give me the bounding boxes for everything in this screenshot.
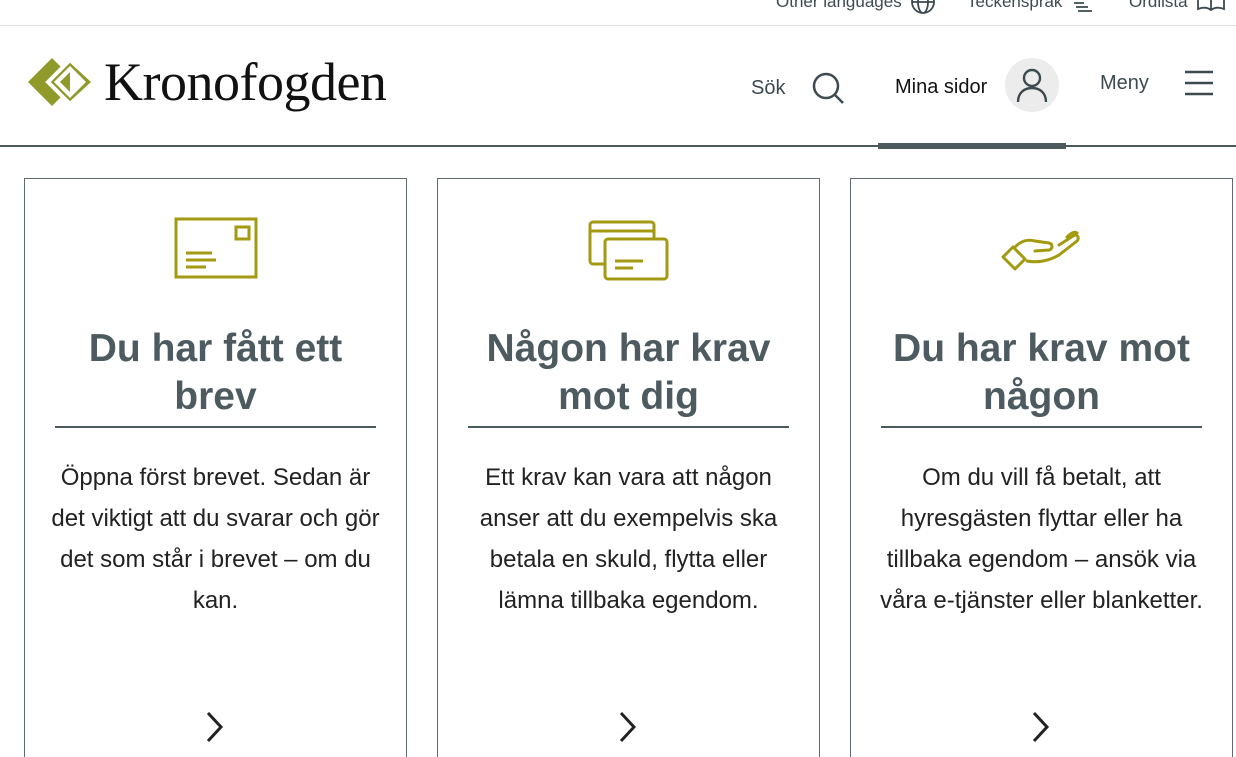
- site-header: Kronofogden Sök Mina sidor Meny: [0, 26, 1236, 149]
- card-title: Du har fått ett brev: [55, 325, 376, 428]
- chevron-right-icon: [206, 711, 224, 743]
- search-label: Sök: [751, 76, 786, 99]
- menu-label: Meny: [1100, 71, 1149, 94]
- logo-mark-icon: [28, 57, 97, 107]
- chevron-right-icon: [1032, 711, 1050, 743]
- card-you-have-claim[interactable]: Du har krav mot någon Om du vill få beta…: [850, 178, 1233, 757]
- card-received-letter[interactable]: Du har fått ett brev Öppna först brevet.…: [24, 178, 407, 757]
- card-claim-against-you[interactable]: Någon har krav mot dig Ett krav kan vara…: [437, 178, 820, 757]
- card-title: Du har krav mot någon: [881, 325, 1202, 428]
- user-icon: [1005, 58, 1059, 112]
- sign-language-label: Teckenspråk: [967, 0, 1063, 11]
- menu-button[interactable]: Meny: [1100, 70, 1213, 96]
- sign-hand-icon: [1074, 2, 1093, 12]
- glossary-link[interactable]: Ordlista: [1129, 0, 1226, 15]
- book-icon: [1196, 0, 1225, 12]
- glossary-label: Ordlista: [1129, 0, 1188, 11]
- hamburger-icon: [1184, 70, 1213, 96]
- chevron-right-icon: [619, 711, 637, 743]
- globe-icon: [910, 0, 935, 14]
- my-pages-label: Mina sidor: [895, 76, 988, 98]
- logo-text: Kronofogden: [104, 52, 387, 112]
- active-indicator: [878, 143, 1066, 149]
- sign-language-link[interactable]: Teckenspråk: [967, 0, 1096, 15]
- card-title: Någon har krav mot dig: [468, 325, 789, 428]
- card-body: Ett krav kan vara att någon anser att du…: [479, 464, 778, 614]
- envelope-icon: [25, 217, 406, 292]
- search-button[interactable]: Sök: [751, 71, 845, 105]
- card-body: Öppna först brevet. Sedan är det viktigt…: [51, 464, 380, 614]
- card-body: Om du vill få betalt, att hyresgästen fl…: [880, 464, 1203, 614]
- letters-icon: [438, 217, 819, 292]
- other-languages-link[interactable]: Other languages: [776, 0, 936, 15]
- other-languages-label: Other languages: [776, 0, 902, 11]
- kronofogden-logo[interactable]: Kronofogden: [24, 52, 387, 112]
- search-icon: [813, 72, 845, 104]
- hand-icon: [851, 217, 1232, 292]
- my-pages-button[interactable]: Mina sidor: [878, 26, 1066, 149]
- utility-bar: Other languages Teckenspråk Ordlista: [0, 0, 1236, 26]
